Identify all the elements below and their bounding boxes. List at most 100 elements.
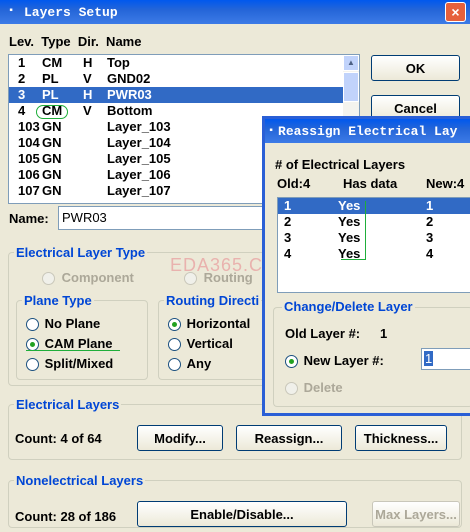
any-radio-icon — [168, 358, 181, 372]
layer-cell-name: Top — [107, 55, 130, 70]
layer-cell-name: GND02 — [107, 71, 151, 86]
reassign-cell-new: 4 — [426, 246, 434, 261]
layer-cell-name: PWR03 — [107, 87, 152, 102]
reassign-cell-new: 1 — [426, 198, 434, 213]
reassign-cell-data: Yes — [338, 198, 361, 213]
new-layer-input-value: 1 — [424, 351, 434, 366]
layer-cell-lev: 103 — [18, 119, 40, 134]
component-radio[interactable]: Component — [42, 270, 134, 286]
reassign-cell-data: Yes — [338, 230, 361, 245]
layer-cell-type: GN — [42, 183, 62, 198]
horizontal-radio-icon — [168, 318, 181, 332]
old-layer-value: 1 — [380, 326, 388, 341]
no-plane-label: No Plane — [44, 316, 101, 331]
any-radio[interactable]: Any — [168, 356, 212, 372]
layer-cell-name: Layer_103 — [107, 119, 171, 134]
layer-cell-type: PL — [42, 71, 59, 86]
split-mixed-radio[interactable]: Split/Mixed — [26, 356, 114, 372]
no-plane-radio-icon — [26, 318, 39, 332]
layer-cell-lev: 105 — [18, 151, 40, 166]
delete-radio-icon — [285, 382, 298, 396]
layer-cell-dir: H — [83, 55, 93, 70]
reassign-cell-old: 2 — [284, 214, 292, 229]
layer-cell-type: GN — [42, 151, 62, 166]
new-layer-radio[interactable]: New Layer #: — [285, 353, 384, 369]
new-layer-input[interactable]: 1 — [421, 348, 470, 370]
layer-cell-lev: 106 — [18, 167, 40, 182]
layer-row[interactable]: 2 PL V GND02 — [9, 71, 359, 87]
cam-plane-radio[interactable]: CAM Plane — [26, 336, 113, 352]
close-button[interactable]: × — [445, 2, 466, 22]
num-layers-label: # of Electrical Layers — [275, 157, 406, 172]
reassign-button[interactable]: Reassign... — [236, 425, 342, 451]
dialog-icon: ▪ — [268, 125, 275, 137]
reassign-row[interactable]: 2 Yes 2 — [278, 214, 470, 230]
layer-cell-name: Bottom — [107, 103, 153, 118]
electrical-layer-type-title: Electrical Layer Type — [14, 245, 148, 260]
reassign-cell-old: 3 — [284, 230, 292, 245]
layer-cell-lev: 3 — [18, 87, 26, 102]
new-layer-radio-icon — [285, 355, 298, 369]
reassign-cell-new: 2 — [426, 214, 434, 229]
ok-button[interactable]: OK — [371, 55, 460, 81]
reassign-cell-old: 1 — [284, 198, 292, 213]
new-layer-label: New Layer #: — [303, 353, 384, 368]
old-layer-label: Old Layer #: — [285, 326, 361, 341]
max-layers-button[interactable]: Max Layers... — [372, 501, 460, 527]
layer-cell-type: CM — [42, 55, 63, 70]
enable-disable-button[interactable]: Enable/Disable... — [137, 501, 347, 527]
layer-cell-dir: V — [83, 103, 92, 118]
reassign-row[interactable]: 1 Yes 1 — [278, 198, 470, 214]
component-radio-icon — [42, 272, 55, 286]
app-icon: ▪ — [7, 6, 14, 17]
change-delete-title: Change/Delete Layer — [282, 299, 415, 314]
layer-cell-lev: 104 — [18, 135, 40, 150]
reassign-row[interactable]: 3 Yes 3 — [278, 230, 470, 246]
annotation-circle — [36, 105, 68, 119]
routing-direction-title: Routing Directi — [164, 293, 262, 308]
layer-cell-lev: 1 — [18, 55, 26, 70]
reassign-cell-data: Yes — [338, 214, 361, 229]
layer-cell-type: PL — [42, 87, 59, 102]
scroll-up-icon[interactable]: ▲ — [343, 55, 359, 71]
component-label: Component — [61, 270, 134, 285]
split-mixed-label: Split/Mixed — [44, 356, 114, 371]
layer-cell-name: Layer_107 — [107, 183, 171, 198]
no-plane-radio[interactable]: No Plane — [26, 316, 101, 332]
reassign-dialog-title: Reassign Electrical Lay — [278, 123, 458, 139]
plane-type-title: Plane Type — [22, 293, 94, 308]
reassign-cell-new: 3 — [426, 230, 434, 245]
layer-cell-name: Layer_105 — [107, 151, 171, 166]
electrical-layers-title: Electrical Layers — [14, 397, 122, 412]
annotation-line — [365, 201, 366, 259]
annotation-line-2 — [341, 259, 366, 260]
scroll-thumb[interactable] — [343, 72, 359, 102]
has-data-label: Has data — [343, 176, 398, 191]
split-mixed-radio-icon — [26, 358, 39, 372]
reassign-row[interactable]: 4 Yes 4 — [278, 246, 470, 262]
reassign-dialog-titlebar: ▪ Reassign Electrical Lay — [265, 119, 470, 143]
old-count-label: Old:4 — [277, 176, 311, 191]
name-input[interactable]: PWR03 — [58, 206, 268, 230]
horizontal-radio[interactable]: Horizontal — [168, 316, 250, 332]
any-label: Any — [186, 356, 212, 371]
window-titlebar: ▪ Layers Setup — [0, 0, 470, 24]
layer-cell-type: GN — [42, 135, 62, 150]
delete-label: Delete — [303, 380, 343, 395]
close-icon: × — [451, 4, 460, 20]
vertical-radio-icon — [168, 338, 181, 352]
electrical-count: Count: 4 of 64 — [15, 431, 102, 446]
nonelectrical-layers-title: Nonelectrical Layers — [14, 473, 146, 488]
layer-cell-lev: 107 — [18, 183, 40, 198]
modify-button[interactable]: Modify... — [137, 425, 223, 451]
layer-cell-lev: 4 — [18, 103, 26, 118]
vertical-radio[interactable]: Vertical — [168, 336, 233, 352]
delete-radio[interactable]: Delete — [285, 380, 343, 396]
layer-list-header: Lev. Type Dir. Name — [9, 34, 142, 49]
thickness-button[interactable]: Thickness... — [355, 425, 447, 451]
layer-row[interactable]: 1 CM H Top — [9, 55, 359, 71]
nonelectrical-count: Count: 28 of 186 — [15, 509, 117, 524]
reassign-list[interactable]: 1 Yes 1 2 Yes 2 3 Yes 3 4 Yes 4 — [277, 197, 470, 293]
cam-plane-label: CAM Plane — [44, 336, 113, 351]
layer-row[interactable]: 3 PL H PWR03 — [9, 87, 359, 103]
